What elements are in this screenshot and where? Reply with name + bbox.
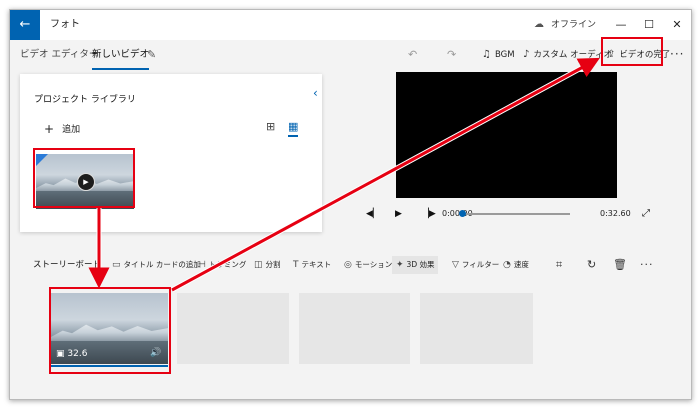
minimize-button[interactable]: — [607,10,635,40]
tool-title-card[interactable]: ▭ タイトル カードの追加 [112,250,201,280]
close-button[interactable]: ✕ [663,10,691,40]
app-title: フォト [50,19,80,30]
custom-audio-icon: ♪ [523,49,530,60]
pencil-icon[interactable]: ✎ [147,40,156,70]
redo-icon[interactable]: ↷ [447,40,456,70]
filter-icon: ▽ [452,260,459,270]
breadcrumb-video-editor[interactable]: ビデオ エディター [20,40,98,70]
tool-trim[interactable]: ⊣ トリミング [198,250,246,280]
seek-bar[interactable] [459,210,570,217]
seek-knob[interactable] [459,210,466,217]
add-media-button[interactable]: + 追加 [44,122,80,136]
tool-3d-effects[interactable]: ✦ 3D 効果 [392,256,439,274]
offline-status: ☁ オフライン [534,10,596,40]
custom-audio-button[interactable]: ♪ カスタム オーディオ [523,40,612,70]
highlight-finish-button [601,37,663,66]
tool-label: フィルター [461,260,500,269]
back-arrow-icon[interactable]: ← [10,10,40,40]
next-frame-icon[interactable]: ▕▶ [422,202,436,226]
split-icon: ◫ [254,260,263,270]
maximize-button[interactable]: ☐ [635,10,663,40]
video-preview[interactable] [396,72,617,198]
tool-label: タイトル カードの追加 [123,260,201,269]
grid-small-icon[interactable]: ▦ [288,120,299,137]
tool-label: テキスト [301,260,332,269]
empty-slot[interactable] [299,293,410,364]
play-button[interactable]: ▶ [395,202,402,226]
grid-large-icon[interactable]: ⊞ [266,120,275,133]
bgm-label: BGM [494,50,515,60]
plus-icon: + [44,122,55,136]
total-time: 0:32.60 [600,209,631,218]
editor-toolbar: ビデオ エディター 新しいビデオ ✎ ↶ ↷ ♫ BGM ♪ カスタム オーディオ … [10,40,691,70]
music-note-icon: ♫ [482,49,491,60]
rotate-icon[interactable]: ↻ [587,250,596,280]
highlight-storyboard-clip [49,287,171,374]
previous-frame-icon[interactable]: ◀▏ [366,202,380,226]
tool-motion[interactable]: ◎ モーション [344,250,392,280]
storyboard-toolbar: ストーリーボード ▭ タイトル カードの追加 ⊣ トリミング ◫ 分割 T テキスト ◎… [10,250,691,280]
project-library-title: プロジェクト ライブラリ [34,95,136,105]
tool-label: 分割 [265,260,281,269]
tool-label: 速度 [513,260,529,269]
delete-icon[interactable]: 🗑 [613,250,627,280]
tool-text[interactable]: T テキスト [293,250,331,280]
offline-label: オフライン [551,20,597,30]
crop-icon[interactable]: ⌗ [556,250,562,280]
tool-label: モーション [354,260,393,269]
title-bar: ← フォト ☁ オフライン — ☐ ✕ [10,10,691,40]
tool-speed[interactable]: ◔ 速度 [503,250,529,280]
tool-label: トリミング [208,260,247,269]
trim-icon: ⊣ [198,260,206,270]
cloud-offline-icon: ☁ [534,19,544,30]
fullscreen-icon[interactable]: ⤢ [642,202,650,226]
tool-filters[interactable]: ▽ フィルター [452,250,499,280]
undo-icon[interactable]: ↶ [408,40,417,70]
motion-icon: ◎ [344,260,352,270]
empty-slot[interactable] [177,293,289,364]
tool-split[interactable]: ◫ 分割 [254,250,281,280]
chevron-left-icon[interactable]: ‹ [313,86,318,100]
add-label: 追加 [62,125,81,135]
breadcrumb-new-video: 新しいビデオ [92,42,150,70]
3d-effects-icon: ✦ [396,260,404,270]
bgm-button[interactable]: ♫ BGM [482,40,515,70]
empty-slot[interactable] [420,293,533,364]
highlight-library-clip [33,148,135,208]
playback-controls: ◀▏ ▶ ▕▶ 0:00.00 0:32.60 ⤢ [330,202,670,226]
tool-label: 3D 効果 [406,260,435,269]
title-card-icon: ▭ [112,260,121,270]
storyboard-title: ストーリーボード [33,260,102,270]
text-icon: T [293,260,299,270]
more-icon[interactable]: ··· [640,250,654,280]
more-options-icon[interactable]: ··· [670,40,684,68]
speed-icon: ◔ [503,260,511,270]
